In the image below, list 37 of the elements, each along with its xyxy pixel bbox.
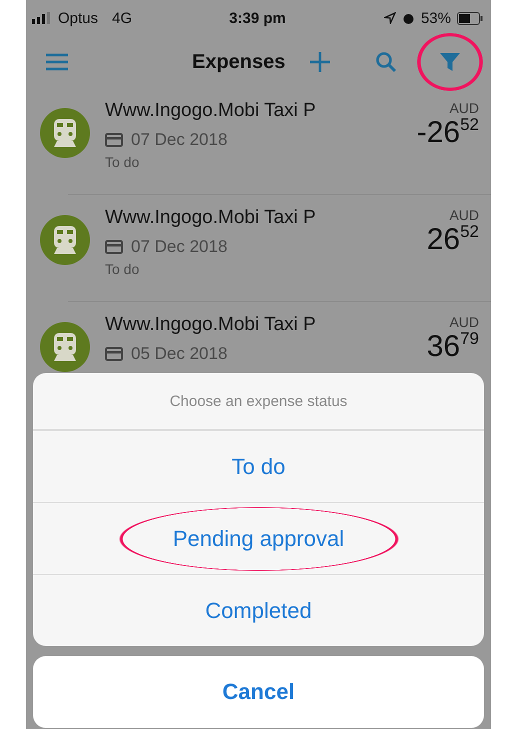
cancel-button[interactable]: Cancel <box>33 656 484 728</box>
search-icon <box>375 51 398 73</box>
screen-title: Expenses <box>192 50 286 74</box>
card-icon <box>105 240 123 254</box>
train-icon <box>52 332 78 362</box>
battery-percent: 53% <box>420 10 451 26</box>
location-icon <box>384 12 396 24</box>
currency-code: AUD <box>449 100 479 116</box>
expense-date: 07 Dec 2018 <box>131 237 228 257</box>
status-option[interactable]: Pending approval <box>33 502 484 574</box>
expense-amount: 36$^{79}$ <box>426 330 479 363</box>
carrier-name: Optus <box>58 10 98 26</box>
clock-time: 3:39 pm <box>229 10 286 26</box>
expense-status: To do <box>105 261 140 277</box>
menu-icon <box>45 53 69 71</box>
status-option[interactable]: Completed <box>33 574 484 646</box>
merchant-name: Www.Ingogo.Mobi Taxi P <box>105 314 317 336</box>
expense-amount: -26$^{52}$ <box>416 116 479 149</box>
card-icon <box>105 347 123 361</box>
expense-amount: 26$^{52}$ <box>426 223 479 256</box>
expense-date: 07 Dec 2018 <box>131 130 228 150</box>
card-icon <box>105 133 123 147</box>
filter-icon <box>439 51 462 73</box>
network-type: 4G <box>112 10 132 26</box>
train-icon <box>52 118 78 148</box>
status-option[interactable]: To do <box>33 430 484 502</box>
train-icon <box>52 225 78 255</box>
expense-date: 05 Dec 2018 <box>131 344 228 364</box>
expense-status: To do <box>105 154 140 170</box>
sheet-title: Choose an expense status <box>33 373 484 430</box>
currency-code: AUD <box>449 207 479 223</box>
battery-icon <box>457 12 483 24</box>
merchant-name: Www.Ingogo.Mobi Taxi P <box>105 100 317 122</box>
currency-code: AUD <box>449 314 479 330</box>
merchant-name: Www.Ingogo.Mobi Taxi P <box>105 207 317 229</box>
plus-icon <box>309 51 332 73</box>
signal-icon <box>32 12 52 24</box>
